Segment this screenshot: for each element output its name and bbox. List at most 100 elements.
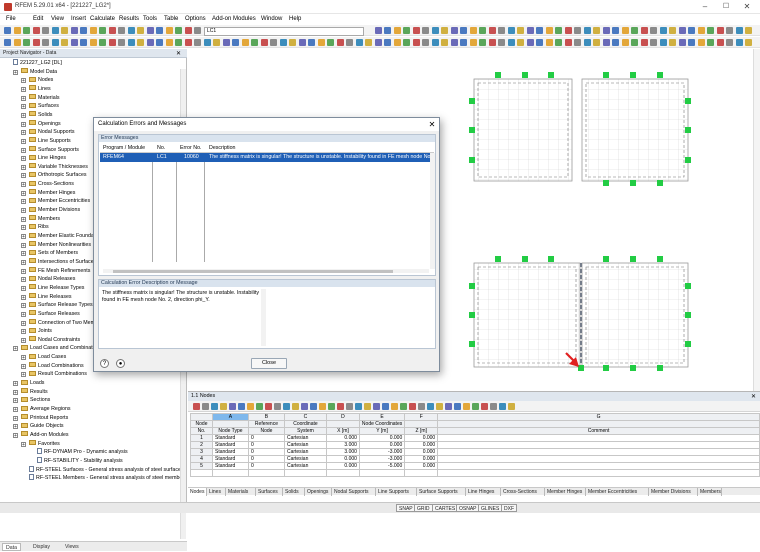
toolbar-button-icon[interactable] xyxy=(735,39,743,46)
table-cell[interactable]: -3.000 xyxy=(358,448,406,456)
expand-icon[interactable]: + xyxy=(21,95,26,101)
table-cell[interactable] xyxy=(437,455,760,463)
table-toolbar-icon[interactable] xyxy=(292,403,299,410)
expand-icon[interactable]: + xyxy=(13,432,18,438)
table-toolbar-icon[interactable] xyxy=(193,403,200,410)
expand-icon[interactable]: + xyxy=(21,355,26,361)
work-scrollbar[interactable] xyxy=(753,49,760,391)
expand-icon[interactable]: + xyxy=(13,407,18,413)
empty-table-row[interactable] xyxy=(190,469,760,477)
expand-icon[interactable]: + xyxy=(21,337,26,343)
table-cell[interactable]: 0 xyxy=(247,455,285,463)
expand-icon[interactable]: + xyxy=(21,225,26,231)
toolbar-button-icon[interactable] xyxy=(688,39,695,46)
error-list-vscroll[interactable] xyxy=(430,153,435,269)
toolbar-button-icon[interactable] xyxy=(441,39,448,46)
table-tab[interactable]: Solids xyxy=(283,488,305,496)
tree-item[interactable]: Materials xyxy=(29,94,180,103)
toolbar-button-icon[interactable] xyxy=(80,39,87,46)
toolbar-button-icon[interactable] xyxy=(583,27,591,34)
expand-icon[interactable]: + xyxy=(21,234,26,240)
table-cell[interactable]: Cartesian xyxy=(283,455,327,463)
toolbar-button-icon[interactable] xyxy=(70,39,78,46)
toolbar-button-icon[interactable] xyxy=(460,39,467,46)
table-cell[interactable]: 3.000 xyxy=(325,448,360,456)
toolbar-button-icon[interactable] xyxy=(194,39,201,46)
table-tab[interactable]: Member Divisions xyxy=(649,488,698,496)
table-cell[interactable] xyxy=(358,469,406,477)
maximize-icon[interactable]: ☐ xyxy=(721,2,731,12)
toolbar-button-icon[interactable] xyxy=(602,39,610,46)
table-cell[interactable]: 0 xyxy=(247,462,285,470)
toolbar-button-icon[interactable] xyxy=(374,27,382,34)
table-cell[interactable]: 0.000 xyxy=(325,462,360,470)
toolbar-button-icon[interactable] xyxy=(317,39,325,46)
table-row[interactable]: 4 Standard 0 Cartesian 0.000 -3.000 0.000 xyxy=(190,455,760,463)
table-toolbar-icon[interactable] xyxy=(508,403,515,410)
toolbar-button-icon[interactable] xyxy=(469,27,477,34)
toolbar-button-icon[interactable] xyxy=(89,39,97,46)
tree-item[interactable]: Average Regions xyxy=(21,405,180,414)
table-toolbar-icon[interactable] xyxy=(499,403,506,410)
toolbar-button-icon[interactable] xyxy=(735,27,743,34)
toolbar-button-icon[interactable] xyxy=(298,39,306,46)
table-toolbar-icon[interactable] xyxy=(463,403,470,410)
toolbar-button-icon[interactable] xyxy=(137,39,144,46)
menu-calculate[interactable]: Calculate xyxy=(90,16,115,22)
toolbar-button-icon[interactable] xyxy=(536,27,543,34)
toolbar-button-icon[interactable] xyxy=(498,27,505,34)
expand-icon[interactable]: + xyxy=(21,259,26,265)
expand-icon[interactable]: + xyxy=(21,216,26,222)
toolbar-button-icon[interactable] xyxy=(612,27,619,34)
toolbar-button-icon[interactable] xyxy=(118,27,125,34)
table-cell[interactable]: 0.000 xyxy=(404,434,439,442)
toolbar-button-icon[interactable] xyxy=(583,39,591,46)
toolbar-button-icon[interactable] xyxy=(621,27,629,34)
toolbar-button-icon[interactable] xyxy=(545,39,553,46)
tree-item[interactable]: Lines xyxy=(29,85,180,94)
table-cell[interactable]: Standard xyxy=(211,441,249,449)
table-cell[interactable]: -5.000 xyxy=(358,462,406,470)
toolbar-button-icon[interactable] xyxy=(327,39,334,46)
toolbar-button-icon[interactable] xyxy=(175,27,182,34)
table-toolbar-icon[interactable] xyxy=(283,403,290,410)
toolbar-button-icon[interactable] xyxy=(89,27,97,34)
toolbar-button-icon[interactable] xyxy=(669,39,676,46)
table-toolbar-icon[interactable] xyxy=(472,403,479,410)
toolbar-button-icon[interactable] xyxy=(574,27,581,34)
toolbar-button-icon[interactable] xyxy=(13,39,21,46)
toolbar-button-icon[interactable] xyxy=(4,39,11,46)
toolbar-button-icon[interactable] xyxy=(32,27,40,34)
toolbar-button-icon[interactable] xyxy=(232,39,239,46)
toolbar-button-icon[interactable] xyxy=(346,39,353,46)
toolbar-button-icon[interactable] xyxy=(270,39,277,46)
table-toolbar-icon[interactable] xyxy=(211,403,218,410)
toolbar-button-icon[interactable] xyxy=(650,39,657,46)
toolbar-button-icon[interactable] xyxy=(678,39,686,46)
table-cell[interactable]: 0 xyxy=(247,434,285,442)
toolbar-button-icon[interactable] xyxy=(203,39,211,46)
toolbar-button-icon[interactable] xyxy=(165,27,173,34)
table-cell[interactable] xyxy=(190,469,213,477)
toolbar-button-icon[interactable] xyxy=(631,27,638,34)
status-osnap[interactable]: OSNAP xyxy=(456,504,480,512)
table-row[interactable]: 2 Standard 0 Cartesian 3.000 0.000 0.000 xyxy=(190,441,760,449)
toolbar-button-icon[interactable] xyxy=(412,39,420,46)
close-button[interactable]: Close xyxy=(251,358,287,369)
table-tab[interactable]: Materials xyxy=(226,488,256,496)
toolbar-button-icon[interactable] xyxy=(403,39,410,46)
toolbar-button-icon[interactable] xyxy=(393,27,401,34)
toolbar-button-icon[interactable] xyxy=(241,39,249,46)
table-toolbar-icon[interactable] xyxy=(454,403,461,410)
table-cell[interactable]: Standard xyxy=(211,462,249,470)
toolbar-button-icon[interactable] xyxy=(422,39,429,46)
table-toolbar-icon[interactable] xyxy=(382,403,389,410)
table-toolbar-icon[interactable] xyxy=(229,403,236,410)
menu-insert[interactable]: Insert xyxy=(71,16,86,22)
expand-icon[interactable]: + xyxy=(21,363,26,369)
table-cell[interactable] xyxy=(437,434,760,442)
menu-view[interactable]: View xyxy=(51,16,64,22)
table-toolbar-icon[interactable] xyxy=(310,403,317,410)
toolbar-button-icon[interactable] xyxy=(184,39,192,46)
toolbar-button-icon[interactable] xyxy=(99,39,106,46)
